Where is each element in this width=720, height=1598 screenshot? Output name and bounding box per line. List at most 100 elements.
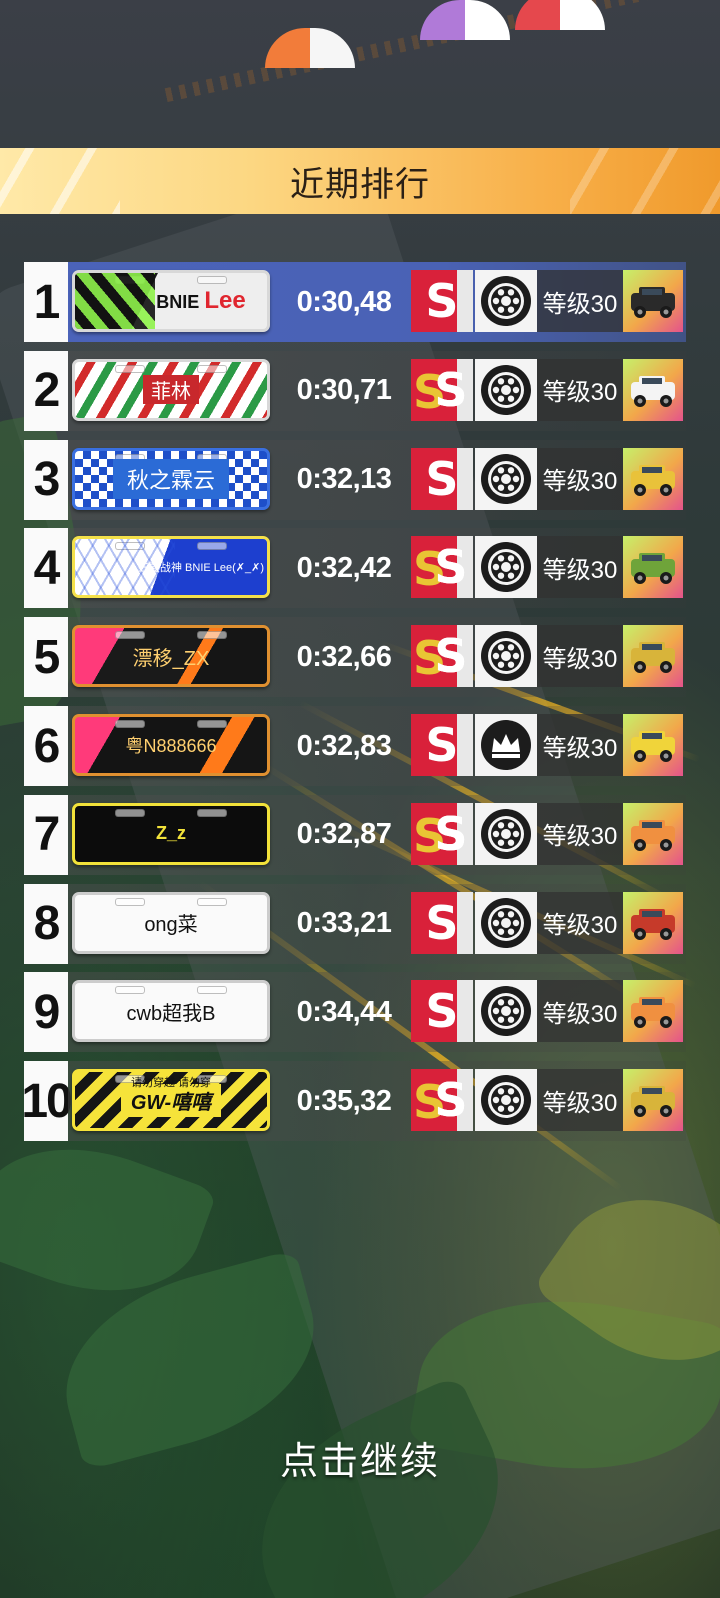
leaderboard-row[interactable]: 4 三菱战神 BNIE Lee(✗_✗) 0:32,42 S S 等级30 [24, 528, 686, 609]
rank-number: 7 [24, 794, 68, 875]
lap-time: 0:30,71 [296, 374, 392, 407]
car-thumbnail [623, 802, 683, 865]
car-thumbnail [623, 891, 683, 954]
level-label: 等级30 [537, 536, 623, 599]
page-title: 近期排行 [290, 165, 430, 204]
plate-text: Z_z [155, 823, 186, 844]
level-label: 等级30 [537, 447, 623, 510]
license-plate: BNIE Lee [72, 270, 270, 332]
leaderboard-row[interactable]: 6 粤N888666 0:32,83 S 等级30 [24, 706, 686, 786]
tire-icon [475, 802, 537, 865]
tire-icon [475, 980, 537, 1043]
lap-time: 0:30,48 [296, 285, 392, 318]
license-plate: 漂移_ZX [72, 625, 270, 688]
rank-number: 10 [21, 1061, 73, 1142]
plate-decoration [75, 273, 155, 329]
tire-icon [475, 536, 537, 599]
rank-number: 5 [24, 617, 68, 698]
car-thumbnail [623, 358, 683, 421]
leaderboard-row[interactable]: 1 BNIE Lee 0:30,48 S 等级30 [24, 262, 686, 342]
license-plate: 秋之霖云 [72, 447, 270, 510]
tire-icon [475, 891, 537, 954]
plate-text: 三菱战神 BNIE Lee(✗_✗) [137, 562, 265, 575]
plate-text-red: Lee [204, 287, 246, 314]
leaderboard-row[interactable]: 3 秋之霖云 0:32,13 S 等级30 [24, 439, 686, 520]
banner-stripes [0, 148, 120, 214]
plate-text: 漂移_ZX [132, 647, 210, 670]
plate-caution-text: 请勿穿越 请勿穿 [130, 1077, 212, 1090]
grade-badge: SS [411, 802, 473, 865]
level-label: 等级30 [537, 270, 623, 332]
grade-letter: S [425, 895, 459, 950]
rank-number: 2 [24, 350, 68, 431]
license-plate: cwb超我B [72, 980, 270, 1043]
level-label: 等级30 [537, 891, 623, 954]
grade-badge: S [411, 980, 473, 1043]
grade-letter: S [434, 540, 468, 595]
car-thumbnail [623, 1069, 683, 1132]
crown-icon [475, 714, 537, 776]
level-label: 等级30 [537, 1069, 623, 1132]
grade-badge: S [411, 447, 473, 510]
grade-letter: S [425, 274, 459, 328]
leaderboard-row[interactable]: 9 cwb超我B 0:34,44 S 等级30 [24, 972, 686, 1053]
lap-time: 0:32,66 [296, 640, 392, 673]
lap-time: 0:32,87 [296, 818, 392, 851]
plate-text: 秋之霖云 [112, 458, 229, 499]
lap-time: 0:34,44 [296, 995, 392, 1028]
car-thumbnail [623, 625, 683, 688]
grade-letter: S [434, 362, 468, 417]
car-thumbnail [623, 980, 683, 1043]
tire-icon [475, 1069, 537, 1132]
lap-time: 0:33,21 [296, 907, 392, 940]
level-label: 等级30 [537, 625, 623, 688]
grade-badge: SS [411, 1069, 473, 1132]
rank-number: 3 [24, 439, 68, 520]
license-plate: 粤N888666 [72, 714, 270, 776]
level-label: 等级30 [537, 802, 623, 865]
leaderboard-row[interactable]: 8 ong菜 0:33,21 S 等级30 [24, 883, 686, 964]
grade-letter: S [425, 451, 459, 506]
rank-number: 6 [24, 706, 68, 786]
plate-text: 粤N888666 [125, 736, 217, 756]
header-banner: 近期排行 [0, 148, 720, 214]
grade-badge: SS [411, 625, 473, 688]
lap-time: 0:32,83 [296, 729, 392, 762]
rank-number: 9 [24, 972, 68, 1053]
car-thumbnail [623, 714, 683, 776]
grade-letter: S [434, 1073, 468, 1128]
plate-text: ong菜 [144, 914, 198, 937]
leaderboard-row[interactable]: 2 菲林 0:30,71 S S 等级30 [24, 350, 686, 431]
grade-letter: S [434, 806, 468, 861]
grade-badge: SS [411, 536, 473, 599]
level-label: 等级30 [537, 358, 623, 421]
car-thumbnail [623, 536, 683, 599]
lap-time: 0:35,32 [296, 1084, 392, 1117]
grade-letter: S [425, 718, 459, 772]
tire-icon [475, 625, 537, 688]
grade-letter: S [434, 629, 468, 684]
grade-badge: S [411, 891, 473, 954]
grade-badge: S [411, 714, 473, 776]
rank-number: 4 [24, 528, 68, 609]
license-plate: 三菱战神 BNIE Lee(✗_✗) [72, 536, 270, 599]
tire-icon [475, 447, 537, 510]
car-thumbnail [623, 447, 683, 510]
tap-to-continue[interactable]: 点击继续 [0, 1430, 720, 1485]
leaderboard-row[interactable]: 7 Z_z 0:32,87 S S 等级30 [24, 794, 686, 875]
rank-number: 1 [24, 262, 68, 342]
lap-time: 0:32,13 [296, 463, 392, 496]
lap-time: 0:32,42 [296, 551, 392, 584]
license-plate: 请勿穿越 请勿穿 GW-嘻嘻 [72, 1069, 270, 1132]
leaderboard-row[interactable]: 10 请勿穿越 请勿穿 GW-嘻嘻 0:35,32 S S 等级30 [21, 1061, 686, 1142]
leaderboard-row[interactable]: 5 漂移_ZX 0:32,66 S S 等级30 [24, 617, 686, 698]
rank-number: 8 [24, 883, 68, 964]
grade-badge: S [411, 270, 473, 332]
license-plate: Z_z [72, 802, 270, 865]
plate-text: BNIE [156, 292, 200, 312]
license-plate: ong菜 [72, 891, 270, 954]
level-label: 等级30 [537, 714, 623, 776]
grade-letter: S [425, 984, 459, 1039]
plate-text: cwb超我B [126, 1002, 216, 1025]
level-label: 等级30 [537, 980, 623, 1043]
